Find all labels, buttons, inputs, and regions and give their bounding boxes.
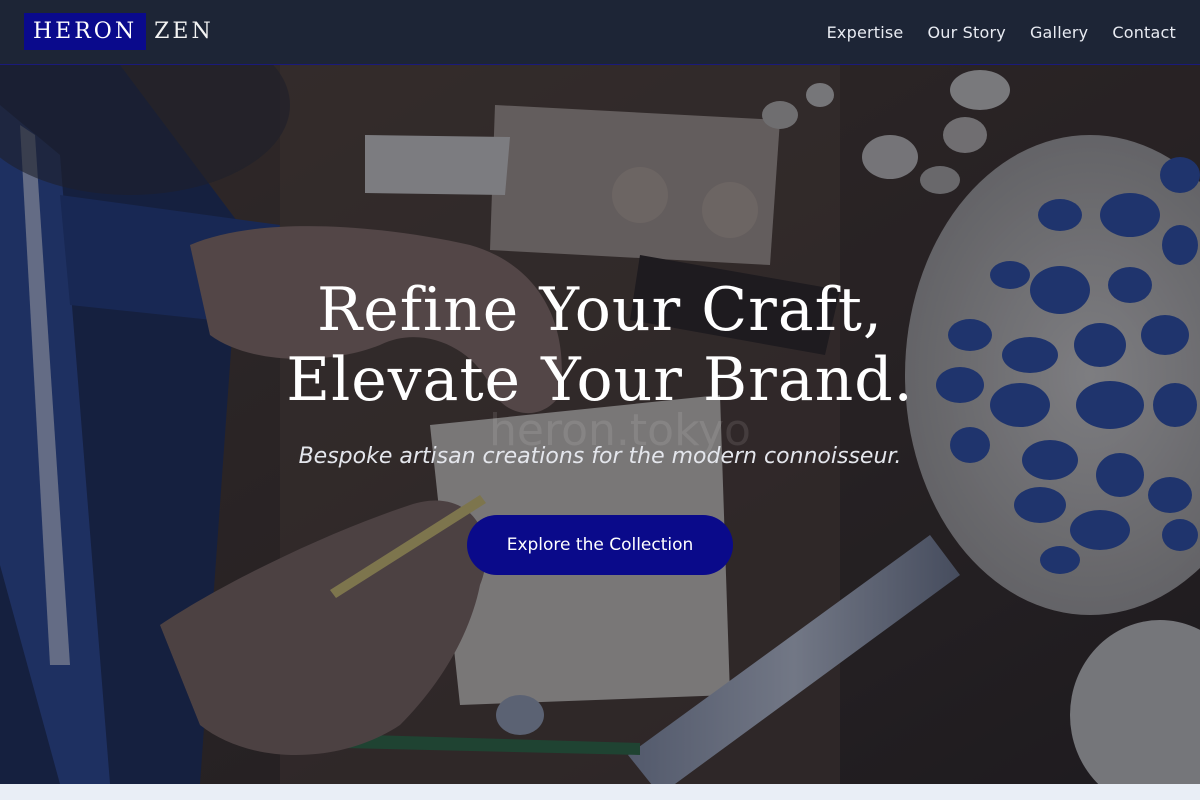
hero-section: Refine Your Craft, Elevate Your Brand. h… (0, 65, 1200, 784)
explore-collection-button[interactable]: Explore the Collection (467, 515, 733, 575)
nav-link-gallery[interactable]: Gallery (1030, 23, 1088, 42)
nav-link-our-story[interactable]: Our Story (927, 23, 1005, 42)
hero-subtitle: Bespoke artisan creations for the modern… (298, 444, 902, 469)
hero-content: Refine Your Craft, Elevate Your Brand. h… (0, 65, 1200, 784)
hero-title-line-1: Refine Your Craft, (317, 275, 883, 345)
hero-title: Refine Your Craft, Elevate Your Brand. (0, 275, 1200, 415)
logo-wordmark: ZEN (154, 19, 214, 44)
page-bottom-strip (0, 784, 1200, 800)
logo[interactable]: HERON ZEN (24, 13, 214, 50)
nav-link-contact[interactable]: Contact (1112, 23, 1176, 42)
nav-link-expertise[interactable]: Expertise (827, 23, 904, 42)
site-header: HERON ZEN Expertise Our Story Gallery Co… (0, 0, 1200, 65)
main-nav: Expertise Our Story Gallery Contact (815, 0, 1188, 64)
logo-mark: HERON (24, 13, 147, 50)
